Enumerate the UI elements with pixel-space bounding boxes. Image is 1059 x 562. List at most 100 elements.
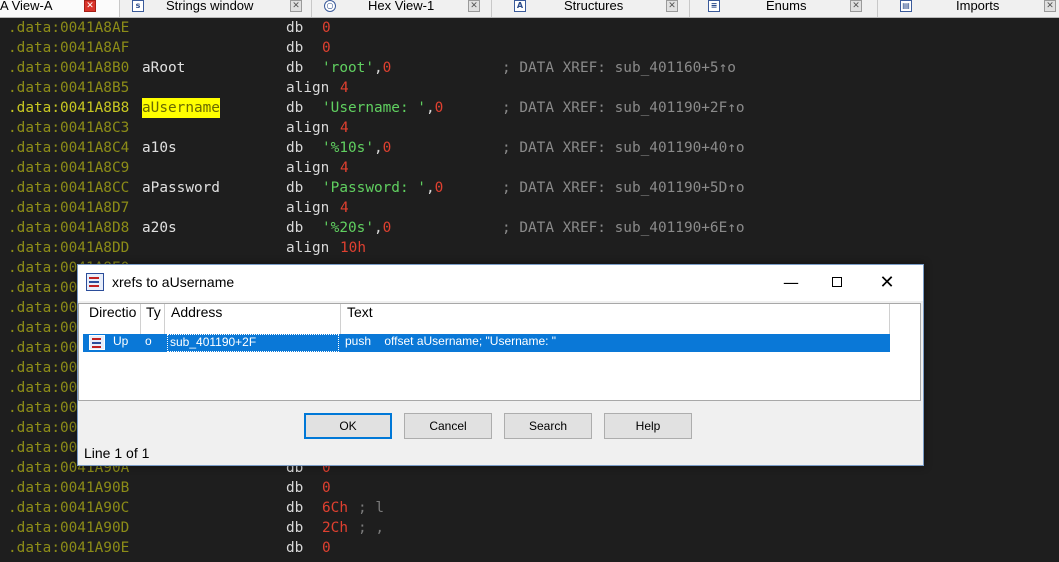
operand-token: 'root' bbox=[322, 60, 374, 76]
close-button[interactable]: ✕ bbox=[864, 265, 910, 301]
close-icon[interactable]: ✕ bbox=[84, 0, 96, 12]
line-mnemonic: align bbox=[286, 240, 330, 256]
column-header-direction[interactable]: Directio bbox=[83, 304, 141, 334]
minimize-button[interactable]: — bbox=[768, 265, 814, 301]
line-operands: 2Ch bbox=[322, 518, 348, 538]
line-label[interactable]: a10s bbox=[142, 138, 177, 158]
listing-line[interactable]: .data:0041A90D db 2Ch ; , bbox=[0, 518, 1059, 538]
operand-token: '%10s' bbox=[322, 140, 374, 156]
line-mnemonic: db bbox=[286, 20, 304, 36]
tab-strings-window[interactable]: s Strings window ✕ bbox=[120, 0, 312, 17]
ok-button[interactable]: OK bbox=[304, 413, 392, 439]
close-icon[interactable]: ✕ bbox=[850, 0, 862, 12]
tab-label: A View-A bbox=[0, 0, 53, 13]
listing-line[interactable]: .data:0041A8B0 aRoot db 'root',0 ; DATA XREF… bbox=[0, 58, 1059, 78]
listing-line[interactable]: .data:0041A8B5 align 4 bbox=[0, 78, 1059, 98]
line-operands: 4 bbox=[340, 158, 349, 178]
listing-line[interactable]: .data:0041A8AF db 0 bbox=[0, 38, 1059, 58]
imports-icon: ▤ bbox=[900, 0, 912, 12]
listing-line[interactable]: .data:0041A8C3 align 4 bbox=[0, 118, 1059, 138]
line-operands: 0 bbox=[322, 38, 331, 58]
line-mnemonic: db bbox=[286, 180, 304, 196]
close-icon[interactable]: ✕ bbox=[666, 0, 678, 12]
line-operands: 'Username: ',0 bbox=[322, 98, 443, 118]
help-button[interactable]: Help bbox=[604, 413, 692, 439]
close-icon[interactable]: ✕ bbox=[290, 0, 302, 12]
operand-token: 0 bbox=[322, 40, 331, 56]
operand-token: , bbox=[425, 180, 435, 196]
hex-icon: ○ bbox=[324, 0, 336, 12]
listing-line[interactable]: .data:0041A90E db 0 bbox=[0, 538, 1059, 558]
line-label[interactable]: aPassword bbox=[142, 178, 220, 198]
table-row[interactable]: Up o sub_401190+2F push offset aUsername… bbox=[83, 334, 890, 352]
maximize-icon bbox=[832, 277, 842, 287]
line-comment: ; l bbox=[358, 500, 384, 516]
line-address: .data:0041A8D7 bbox=[8, 200, 130, 216]
line-comment: ; DATA XREF: sub_401190+5D↑o bbox=[502, 180, 745, 196]
dialog-title-bar[interactable]: xrefs to aUsername — ✕ bbox=[78, 265, 923, 301]
column-header-text[interactable]: Text bbox=[341, 304, 890, 334]
operand-token: 0 bbox=[322, 20, 331, 36]
dialog-title: xrefs to aUsername bbox=[112, 274, 235, 290]
column-header-address[interactable]: Address bbox=[165, 304, 341, 334]
listing-line[interactable]: .data:0041A8B8 aUsername db 'Username: ',0;… bbox=[0, 98, 1059, 118]
line-address: .data:0041A8AE bbox=[8, 20, 130, 36]
listing-line[interactable]: .data:0041A8D7 align 4 bbox=[0, 198, 1059, 218]
tab-label: Imports bbox=[956, 0, 1000, 13]
line-label[interactable]: aRoot bbox=[142, 58, 185, 78]
line-operands: 4 bbox=[340, 198, 349, 218]
xrefs-table[interactable]: Directio Ty Address Text Up o sub_401190… bbox=[78, 303, 921, 401]
tab-hex-view[interactable]: ○ Hex View-1 ✕ bbox=[312, 0, 492, 17]
line-address: .data:0041A8B8 bbox=[8, 100, 130, 116]
cancel-button[interactable]: Cancel bbox=[404, 413, 492, 439]
tab-imports[interactable]: ▤ Imports ✕ bbox=[878, 0, 1059, 17]
operand-token: 10h bbox=[340, 240, 366, 256]
line-mnemonic: db bbox=[286, 100, 304, 116]
listing-line[interactable]: .data:0041A8D8 a20s db '%20s',0 ; DATA XREF:… bbox=[0, 218, 1059, 238]
close-icon[interactable]: ✕ bbox=[1044, 0, 1056, 12]
tab-ida-view-a[interactable]: A View-A ✕ bbox=[0, 0, 120, 17]
cell-type: o bbox=[145, 334, 152, 348]
operand-token: 4 bbox=[340, 80, 349, 96]
tab-enums[interactable]: ≡ Enums ✕ bbox=[690, 0, 878, 17]
operand-token: 0 bbox=[322, 540, 331, 556]
operand-token: , bbox=[373, 220, 383, 236]
close-icon[interactable]: ✕ bbox=[468, 0, 480, 12]
operand-token: 'Password: ' bbox=[322, 180, 426, 196]
cell-text: push offset aUsername; "Username: " bbox=[345, 334, 557, 348]
close-icon: ✕ bbox=[879, 272, 895, 293]
line-operands: 0 bbox=[322, 18, 331, 38]
line-operands: 4 bbox=[340, 118, 349, 138]
listing-line[interactable]: .data:0041A8AE db 0 bbox=[0, 18, 1059, 38]
minimize-icon: — bbox=[783, 273, 799, 292]
xrefs-dialog: xrefs to aUsername — ✕ Directio Ty Addre… bbox=[77, 264, 924, 466]
listing-line[interactable]: .data:0041A8C9 align 4 bbox=[0, 158, 1059, 178]
tab-label: Hex View-1 bbox=[368, 0, 435, 13]
line-address: .data:0041A8C4 bbox=[8, 140, 130, 156]
tab-structures[interactable]: A Structures ✕ bbox=[492, 0, 690, 17]
listing-line[interactable]: .data:0041A8DD align 10h bbox=[0, 238, 1059, 258]
line-operands: 4 bbox=[340, 78, 349, 98]
line-mnemonic: align bbox=[286, 160, 330, 176]
line-operands: 6Ch bbox=[322, 498, 348, 518]
line-mnemonic: db bbox=[286, 140, 304, 156]
listing-line[interactable]: .data:0041A90C db 6Ch ; l bbox=[0, 498, 1059, 518]
line-operands: 0 bbox=[322, 538, 331, 558]
listing-line[interactable]: .data:0041A8CC aPassword db 'Password: ',0;… bbox=[0, 178, 1059, 198]
search-button[interactable]: Search bbox=[504, 413, 592, 439]
line-address: .data:0041A90D bbox=[8, 520, 130, 536]
line-mnemonic: align bbox=[286, 120, 330, 136]
listing-line[interactable]: .data:0041A8C4 a10s db '%10s',0 ; DATA XREF:… bbox=[0, 138, 1059, 158]
structures-icon: A bbox=[514, 0, 526, 12]
operand-token: 'Username: ' bbox=[322, 100, 426, 116]
operand-token: 4 bbox=[340, 160, 349, 176]
maximize-button[interactable] bbox=[814, 265, 860, 301]
column-header-type[interactable]: Ty bbox=[141, 304, 165, 334]
line-label[interactable]: a20s bbox=[142, 218, 177, 238]
line-mnemonic: db bbox=[286, 40, 304, 56]
operand-token: , bbox=[425, 100, 435, 116]
operand-token: 4 bbox=[340, 120, 349, 136]
line-address: .data:0041A8B5 bbox=[8, 80, 130, 96]
listing-line[interactable]: .data:0041A90B db 0 bbox=[0, 478, 1059, 498]
line-label[interactable]: aUsername bbox=[142, 98, 220, 118]
